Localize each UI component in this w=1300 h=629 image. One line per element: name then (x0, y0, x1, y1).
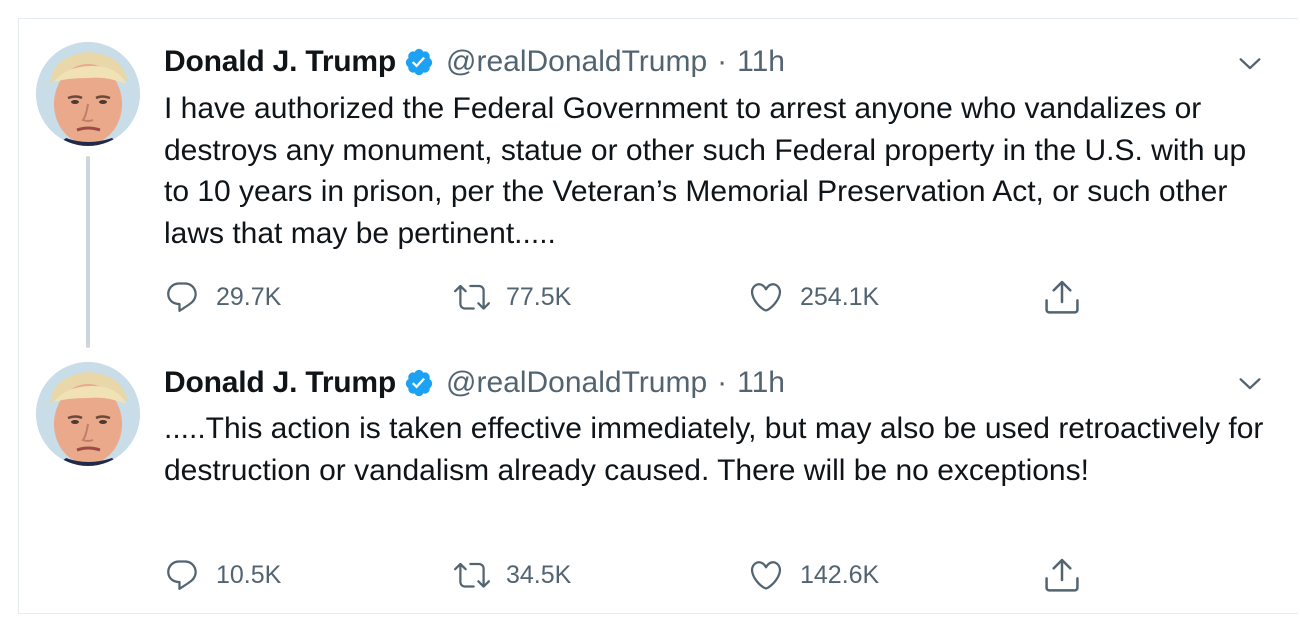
share-icon[interactable] (1042, 555, 1082, 595)
tweet-actions: 10.5K 34.5K 142.6K (164, 555, 1104, 595)
tweet-text: I have authorized the Federal Government… (164, 92, 1247, 250)
author-name[interactable]: Donald J. Trump (164, 44, 396, 80)
retweet-button[interactable]: 77.5K (454, 277, 571, 317)
tweet-text: .....This action is taken effective imme… (164, 412, 1264, 487)
thread-connector-line (86, 156, 90, 348)
reply-button[interactable]: 10.5K (164, 555, 281, 595)
heart-icon (750, 283, 782, 312)
like-count: 254.1K (800, 282, 880, 311)
verified-badge-icon (404, 368, 434, 398)
share-icon[interactable] (1042, 277, 1082, 317)
chevron-down-icon[interactable] (1236, 50, 1264, 78)
tweet-actions: 29.7K 77.5K 254.1K (164, 277, 1104, 317)
separator-dot: · (717, 45, 728, 78)
retweet-count: 77.5K (506, 282, 572, 311)
reply-icon (167, 560, 197, 590)
reply-button[interactable]: 29.7K (164, 277, 281, 317)
author-name[interactable]: Donald J. Trump (164, 365, 396, 401)
tweet-header: Donald J. Trump @realDonaldTrump · 11h (164, 44, 785, 80)
reply-icon (167, 282, 197, 312)
avatar[interactable] (36, 362, 140, 466)
retweet-button[interactable]: 34.5K (454, 555, 571, 595)
separator-dot: · (717, 366, 728, 399)
author-handle[interactable]: @realDonaldTrump (446, 44, 707, 80)
timestamp[interactable]: 11h (737, 365, 785, 401)
like-button[interactable]: 254.1K (748, 277, 879, 317)
author-handle[interactable]: @realDonaldTrump (446, 365, 707, 401)
retweet-count: 34.5K (506, 560, 572, 589)
heart-icon (750, 561, 782, 590)
verified-badge-icon (404, 47, 434, 77)
tweet-header: Donald J. Trump @realDonaldTrump · 11h (164, 365, 785, 401)
like-count: 142.6K (800, 560, 880, 589)
chevron-down-icon[interactable] (1236, 370, 1264, 398)
like-button[interactable]: 142.6K (748, 555, 879, 595)
retweet-icon (454, 284, 490, 310)
timestamp[interactable]: 11h (737, 44, 785, 80)
reply-count: 29.7K (216, 282, 282, 311)
retweet-icon (454, 562, 490, 588)
reply-count: 10.5K (216, 560, 282, 589)
avatar[interactable] (36, 42, 140, 146)
